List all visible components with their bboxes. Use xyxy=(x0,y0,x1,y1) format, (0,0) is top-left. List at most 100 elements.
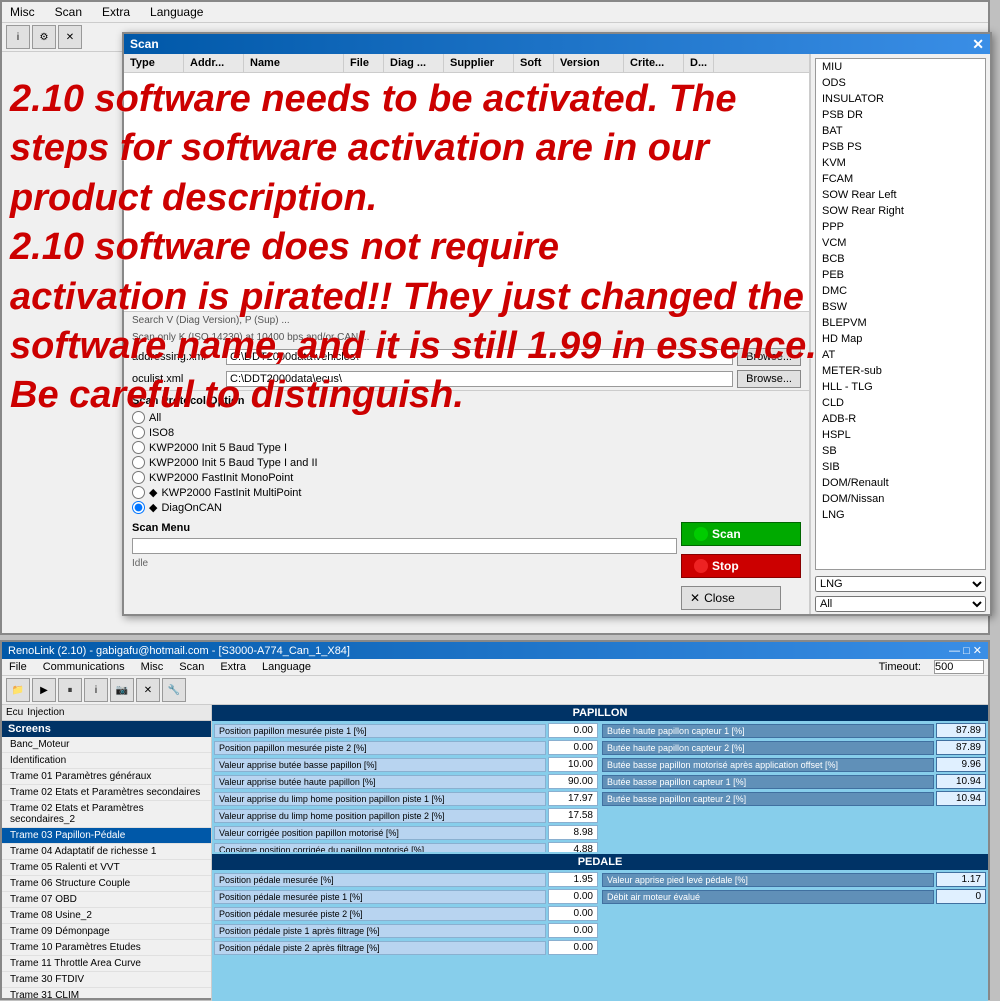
dropdown-item[interactable]: BAT xyxy=(816,123,985,139)
sidebar-item[interactable]: Trame 04 Adaptatif de richesse 1 xyxy=(2,844,211,860)
ocult-input[interactable] xyxy=(226,371,733,387)
radio-kwp5baud2[interactable] xyxy=(132,456,145,469)
dropdown-list[interactable]: MIUODSINSULATORPSB DRBATPSB PSKVMFCAMSOW… xyxy=(815,58,986,570)
dropdown-item[interactable]: ODS xyxy=(816,75,985,91)
radio-diagcan[interactable] xyxy=(132,501,145,514)
radio-kwp-fast-mono[interactable] xyxy=(132,471,145,484)
stop-button[interactable]: Stop xyxy=(681,554,801,578)
sidebar-item[interactable]: Banc_Moteur xyxy=(2,737,211,753)
sidebar-item[interactable]: Trame 01 Paramètres généraux xyxy=(2,769,211,785)
dropdown-item[interactable]: METER-sub xyxy=(816,363,985,379)
dropdown-item[interactable]: BLEPVM xyxy=(816,315,985,331)
dropdown-item[interactable]: LNG xyxy=(816,507,985,523)
dropdown-item[interactable]: DOM/Nissan xyxy=(816,491,985,507)
dropdown-item[interactable]: DMC xyxy=(816,283,985,299)
radio-iso8[interactable] xyxy=(132,426,145,439)
dropdown-item[interactable]: ADB-R xyxy=(816,411,985,427)
dropdown-item[interactable]: MIU xyxy=(816,59,985,75)
sidebar-item[interactable]: Trame 31 CLIM xyxy=(2,988,211,1001)
reno-toolbar-btn-5[interactable]: 📷 xyxy=(110,678,134,702)
col-crit: Crite... xyxy=(624,54,684,72)
pedale-label-dark: Valeur apprise pied levé pédale [%] xyxy=(602,873,934,887)
reno-toolbar-btn-4[interactable]: i xyxy=(84,678,108,702)
data-value: 0.00 xyxy=(548,740,598,755)
reno-menu-extra[interactable]: Extra xyxy=(217,660,249,674)
reno-toolbar-btn-3[interactable]: ⏸ xyxy=(58,678,82,702)
reno-menu-language[interactable]: Language xyxy=(259,660,314,674)
reno-menu-scan[interactable]: Scan xyxy=(176,660,207,674)
reno-toolbar-btn-1[interactable]: 📁 xyxy=(6,678,30,702)
label-kwp-fast-multi: KWP2000 FastInit MultiPoint xyxy=(161,487,301,499)
reno-menu-comm[interactable]: Communications xyxy=(40,660,128,674)
menu-language[interactable]: Language xyxy=(146,4,207,20)
sidebar-item[interactable]: Trame 07 OBD xyxy=(2,892,211,908)
menu-scan[interactable]: Scan xyxy=(51,4,86,20)
sidebar-item[interactable]: Trame 05 Ralenti et VVT xyxy=(2,860,211,876)
radio-kwp5baud[interactable] xyxy=(132,441,145,454)
addressing-input[interactable] xyxy=(226,349,733,365)
browse-button-2[interactable]: Browse... xyxy=(737,370,801,388)
sidebar-item[interactable]: Trame 03 Papillon-Pédale xyxy=(2,828,211,844)
pedale-left-col: Position pédale mesurée [%] 1.95 Positio… xyxy=(214,872,598,999)
sidebar-item[interactable]: Trame 08 Usine_2 xyxy=(2,908,211,924)
radio-kwp-fast-multi[interactable] xyxy=(132,486,145,499)
data-value: 90.00 xyxy=(548,774,598,789)
scan-menu-input[interactable] xyxy=(132,538,677,554)
scan-table-header: Type Addr... Name File Diag ... Supplier… xyxy=(124,54,809,73)
dropdown-item[interactable]: PEB xyxy=(816,267,985,283)
dropdown-item[interactable]: HSPL xyxy=(816,427,985,443)
toolbar-btn-1[interactable]: i xyxy=(6,25,30,49)
dropdown-item[interactable]: VCM xyxy=(816,235,985,251)
dropdown-item[interactable]: SIB xyxy=(816,459,985,475)
scan-close-button[interactable]: ✕ xyxy=(972,37,984,51)
dropdown-select-2[interactable]: All xyxy=(815,596,986,612)
close-button[interactable]: ✕ Close xyxy=(681,586,781,610)
dropdown-item[interactable]: PPP xyxy=(816,219,985,235)
reno-titlebar: RenoLink (2.10) - gabigafu@hotmail.com -… xyxy=(2,642,988,659)
sidebar-item[interactable]: Trame 11 Throttle Area Curve xyxy=(2,956,211,972)
dropdown-item[interactable]: KVM xyxy=(816,155,985,171)
dropdown-item[interactable]: INSULATOR xyxy=(816,91,985,107)
dropdown-item[interactable]: BSW xyxy=(816,299,985,315)
radio-all[interactable] xyxy=(132,411,145,424)
sidebar-item[interactable]: Trame 30 FTDIV xyxy=(2,972,211,988)
scan-button[interactable]: Scan xyxy=(681,522,801,546)
dropdown-item[interactable]: HLL - TLG xyxy=(816,379,985,395)
menu-misc[interactable]: Misc xyxy=(6,4,39,20)
dropdown-item[interactable]: HD Map xyxy=(816,331,985,347)
col-soft: Soft xyxy=(514,54,554,72)
dropdown-item[interactable]: PSB DR xyxy=(816,107,985,123)
browse-button-1[interactable]: Browse... xyxy=(737,348,801,366)
reno-toolbar-btn-6[interactable]: ✕ xyxy=(136,678,160,702)
dropdown-item[interactable]: PSB PS xyxy=(816,139,985,155)
reno-toolbar-btn-2[interactable]: ▶ xyxy=(32,678,56,702)
dropdown-item[interactable]: SOW Rear Left xyxy=(816,187,985,203)
menu-extra[interactable]: Extra xyxy=(98,4,134,20)
reno-toolbar-btn-7[interactable]: 🔧 xyxy=(162,678,186,702)
reno-window-controls[interactable]: — □ ✕ xyxy=(949,644,982,657)
dropdown-item[interactable]: CLD xyxy=(816,395,985,411)
left-data-col: Position papillon mesurée piste 1 [%] 0.… xyxy=(214,723,598,850)
sidebar-item[interactable]: Trame 06 Structure Couple xyxy=(2,876,211,892)
timeout-input[interactable] xyxy=(934,660,984,674)
reno-menu-misc[interactable]: Misc xyxy=(138,660,167,674)
sidebar-item[interactable]: Trame 10 Paramètres Etudes xyxy=(2,940,211,956)
sidebar-item[interactable]: Identification xyxy=(2,753,211,769)
sidebar-item[interactable]: Trame 02 Etats et Paramètres secondaires xyxy=(2,785,211,801)
sidebar-item[interactable]: Trame 09 Démonpage xyxy=(2,924,211,940)
dropdown-item[interactable]: SB xyxy=(816,443,985,459)
toolbar-btn-3[interactable]: ✕ xyxy=(58,25,82,49)
dropdown-item[interactable]: DOM/Renault xyxy=(816,475,985,491)
dropdown-item[interactable]: FCAM xyxy=(816,171,985,187)
dropdown-select-1[interactable]: LNG xyxy=(815,576,986,592)
toolbar-btn-2[interactable]: ⚙ xyxy=(32,25,56,49)
pedale-header: PEDALE xyxy=(212,854,988,870)
col-ver: Version xyxy=(554,54,624,72)
data-row: Butée basse papillon motorisé après appl… xyxy=(602,757,986,772)
pedale-label: Position pédale mesurée piste 2 [%] xyxy=(214,907,546,921)
sidebar-item[interactable]: Trame 02 Etats et Paramètres secondaires… xyxy=(2,801,211,828)
dropdown-item[interactable]: BCB xyxy=(816,251,985,267)
reno-menu-file[interactable]: File xyxy=(6,660,30,674)
dropdown-item[interactable]: SOW Rear Right xyxy=(816,203,985,219)
dropdown-item[interactable]: AT xyxy=(816,347,985,363)
